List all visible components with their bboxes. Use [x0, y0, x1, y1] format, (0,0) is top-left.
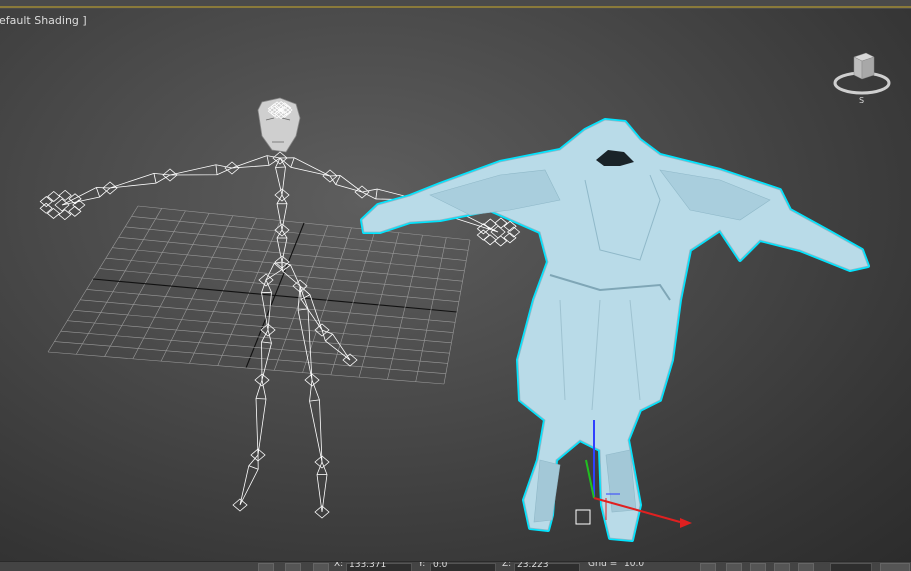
x-coord-label: X:	[334, 561, 344, 569]
skeleton-bone-edge	[325, 333, 333, 342]
grid-line-col	[330, 230, 376, 375]
skeleton-bone[interactable]	[239, 453, 259, 506]
x-coord-field[interactable]: 133.371	[346, 562, 412, 571]
skeleton-bone-edge	[153, 173, 157, 184]
grid-line-row	[86, 289, 456, 323]
grid-line-col	[358, 232, 400, 378]
grid-line-col	[387, 235, 423, 380]
grid-line-row	[73, 309, 452, 344]
gizmo-y-axis[interactable]	[585, 459, 595, 499]
skeleton-finger-bone[interactable]	[476, 229, 490, 241]
z-coord-label: Z:	[502, 561, 512, 569]
skeleton-bone[interactable]	[316, 460, 328, 513]
skeleton-bone-edge	[275, 166, 286, 168]
next-frame-button[interactable]	[774, 563, 790, 571]
go-to-start-button[interactable]	[700, 563, 716, 571]
skeleton-bone[interactable]	[265, 261, 283, 282]
perspective-viewport[interactable]: efault Shading ] S	[0, 9, 911, 561]
gizmo-center-box[interactable]	[575, 509, 591, 525]
skeleton-finger-bone[interactable]	[483, 218, 497, 230]
previous-frame-button[interactable]	[726, 563, 742, 571]
skeleton-finger-bone[interactable]	[46, 207, 61, 219]
skeleton-bone-edge	[297, 308, 309, 311]
status-bar: X: 133.371 Y: 0.0 Z: 23.223 Grid = 10.0	[0, 561, 911, 571]
viewport-shading-label[interactable]: efault Shading ]	[0, 14, 87, 27]
lock-selection-button[interactable]	[258, 563, 274, 571]
viewcube-front[interactable]	[853, 56, 863, 80]
viewcube-compass-s: S	[859, 96, 864, 105]
skeleton-bone[interactable]	[61, 187, 112, 206]
current-frame-field[interactable]	[830, 563, 872, 571]
go-to-end-button[interactable]	[798, 563, 814, 571]
grid-line-col	[415, 237, 447, 382]
toolbar-accent-line	[0, 6, 911, 8]
skeleton-bone[interactable]	[321, 329, 351, 361]
grid-label: Grid =	[588, 561, 618, 569]
skeleton-bone[interactable]	[276, 229, 288, 263]
skeleton-bone-edge	[95, 187, 101, 198]
app-window: efault Shading ] S X: 133.371 Y: 0.0 Z: …	[0, 0, 911, 571]
grid-line-row	[54, 341, 446, 375]
skeleton-head[interactable]	[257, 97, 301, 153]
auto-key-button[interactable]	[880, 563, 910, 571]
skeleton-bone-edge	[215, 164, 218, 175]
transform-mode-button[interactable]	[313, 563, 329, 571]
isolate-button[interactable]	[285, 563, 301, 571]
viewcube-right[interactable]	[861, 56, 875, 80]
skeleton-finger-bone[interactable]	[483, 234, 497, 246]
skeleton-bone[interactable]	[109, 172, 172, 189]
z-coord-field[interactable]: 23.223	[514, 562, 580, 571]
skeleton-bone-edge	[309, 399, 320, 402]
skeleton-bone-edge	[290, 157, 295, 168]
skeleton-bone-edge	[248, 465, 259, 470]
grid-value: 10.0	[624, 561, 645, 569]
skeleton-bone-edge	[255, 398, 267, 400]
grid-line-row	[67, 320, 450, 354]
grid-line-col	[443, 239, 471, 385]
skeleton-bone-edge	[375, 188, 378, 200]
biped-skeleton[interactable]	[39, 97, 521, 519]
viewcube[interactable]: S	[832, 45, 892, 105]
gizmo-x-arrow[interactable]	[680, 518, 692, 528]
grid-line-row	[60, 330, 448, 364]
grid-line-row	[80, 299, 454, 333]
play-icon[interactable]	[750, 563, 766, 571]
scene-canvas[interactable]	[0, 9, 911, 561]
y-coord-label: Y:	[418, 561, 426, 569]
skeleton-bone[interactable]	[255, 378, 267, 456]
grid-line-col	[245, 222, 305, 369]
skeleton-finger-bone[interactable]	[39, 196, 53, 208]
skeleton-finger-bone[interactable]	[494, 217, 508, 229]
home-grid	[47, 205, 471, 385]
skeleton-finger-bone[interactable]	[47, 190, 61, 202]
skeleton-finger-bone[interactable]	[39, 202, 53, 214]
skeleton-bone-edge	[261, 341, 272, 344]
armored-character-mesh[interactable]	[360, 118, 870, 542]
skeleton-bone[interactable]	[299, 285, 323, 331]
skeleton-bone[interactable]	[231, 155, 282, 169]
skeleton-bone-edge	[266, 155, 270, 166]
skeleton-bone[interactable]	[169, 164, 234, 176]
grid-line-row	[47, 351, 445, 385]
skeleton-bone[interactable]	[278, 157, 331, 177]
y-coord-field[interactable]: 0.0	[430, 562, 496, 571]
skeleton-bone[interactable]	[309, 379, 323, 463]
